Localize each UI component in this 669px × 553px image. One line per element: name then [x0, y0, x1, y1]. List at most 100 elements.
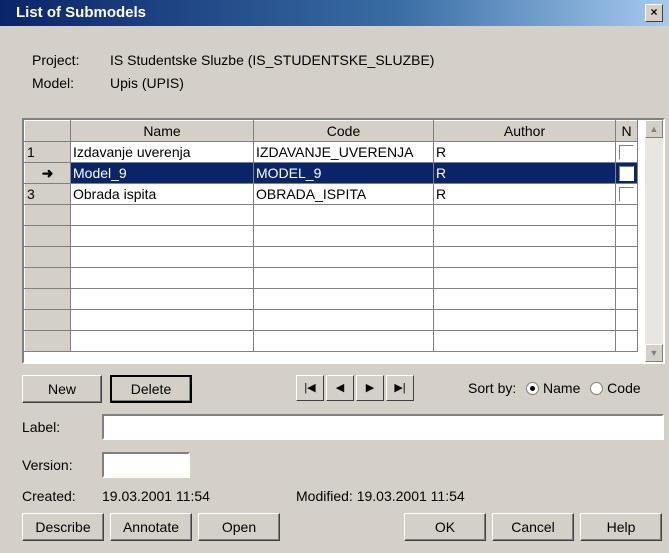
next-record-icon[interactable]: ▶	[356, 375, 384, 401]
column-header-author[interactable]: Author	[433, 120, 616, 142]
empty-row[interactable]	[24, 288, 638, 310]
sort-name-label[interactable]: Name	[543, 380, 580, 396]
empty-cell[interactable]	[70, 288, 254, 310]
sort-name-radio[interactable]	[526, 382, 540, 395]
help-button[interactable]: Help	[580, 513, 662, 541]
window-title: List of Submodels	[16, 4, 147, 21]
new-button[interactable]: New	[22, 375, 102, 403]
column-header-name[interactable]: Name	[70, 120, 254, 142]
column-header-n[interactable]: N	[615, 120, 638, 142]
empty-cell[interactable]	[253, 204, 434, 226]
empty-cell[interactable]	[433, 288, 616, 310]
row-indicator[interactable]	[24, 330, 71, 352]
label-input[interactable]	[102, 414, 664, 440]
created-label: Created:	[22, 488, 76, 504]
cell-name[interactable]: Obrada ispita	[70, 183, 254, 205]
n-checkbox[interactable]	[619, 187, 634, 203]
empty-cell[interactable]	[70, 267, 254, 289]
model-value: Upis (UPIS)	[110, 75, 184, 91]
cell-n[interactable]	[615, 141, 638, 163]
row-indicator[interactable]: 1	[24, 141, 71, 163]
describe-button[interactable]: Describe	[22, 513, 104, 541]
empty-cell[interactable]	[615, 309, 638, 331]
n-checkbox[interactable]	[619, 145, 634, 161]
empty-cell[interactable]	[615, 330, 638, 352]
empty-cell[interactable]	[433, 267, 616, 289]
cell-n[interactable]	[615, 183, 638, 205]
ok-button[interactable]: OK	[404, 513, 486, 541]
empty-cell[interactable]	[70, 246, 254, 268]
cell-author[interactable]: R	[433, 141, 616, 163]
row-indicator[interactable]	[24, 288, 71, 310]
empty-cell[interactable]	[253, 267, 434, 289]
cell-name[interactable]: Model_9	[70, 162, 254, 184]
empty-cell[interactable]	[253, 309, 434, 331]
empty-row[interactable]	[24, 225, 638, 247]
table-row[interactable]: 1 Izdavanje uverenja IZDAVANJE_UVERENJA …	[24, 141, 638, 163]
empty-cell[interactable]	[70, 204, 254, 226]
empty-row[interactable]	[24, 204, 638, 226]
open-button[interactable]: Open	[198, 513, 280, 541]
row-indicator[interactable]: 3	[24, 183, 71, 205]
sort-code-label[interactable]: Code	[607, 380, 640, 396]
empty-cell[interactable]	[253, 288, 434, 310]
cell-code[interactable]: OBRADA_ISPITA	[253, 183, 434, 205]
empty-cell[interactable]	[433, 309, 616, 331]
cancel-button[interactable]: Cancel	[492, 513, 574, 541]
empty-row[interactable]	[24, 309, 638, 331]
row-indicator[interactable]	[24, 204, 71, 226]
cell-code[interactable]: MODEL_9	[253, 162, 434, 184]
scroll-up-icon[interactable]: ▲	[645, 120, 663, 138]
empty-cell[interactable]	[615, 246, 638, 268]
empty-cell[interactable]	[433, 330, 616, 352]
cell-author[interactable]: R	[433, 162, 616, 184]
submodel-table: Name Code Author N 1 Izdavanje uverenja …	[24, 120, 638, 352]
empty-cell[interactable]	[615, 204, 638, 226]
table-row-selected[interactable]: ➜ Model_9 MODEL_9 R	[24, 162, 638, 184]
n-checkbox[interactable]	[619, 166, 634, 182]
describe-button-label: Describe	[35, 519, 91, 535]
delete-button[interactable]: Delete	[110, 375, 192, 403]
scroll-down-icon[interactable]: ▼	[645, 344, 663, 362]
submodel-grid[interactable]: Name Code Author N 1 Izdavanje uverenja …	[22, 118, 665, 364]
empty-cell[interactable]	[433, 225, 616, 247]
empty-row[interactable]	[24, 246, 638, 268]
column-header-code[interactable]: Code	[253, 120, 434, 142]
empty-cell[interactable]	[615, 225, 638, 247]
empty-cell[interactable]	[615, 288, 638, 310]
annotate-button-label: Annotate	[122, 519, 180, 535]
row-indicator[interactable]	[24, 267, 71, 289]
empty-cell[interactable]	[70, 330, 254, 352]
table-row[interactable]: 3 Obrada ispita OBRADA_ISPITA R	[24, 183, 638, 205]
empty-cell[interactable]	[70, 309, 254, 331]
sort-code-radio[interactable]	[590, 382, 604, 395]
empty-row[interactable]	[24, 330, 638, 352]
row-indicator[interactable]	[24, 246, 71, 268]
row-indicator[interactable]	[24, 225, 71, 247]
close-icon[interactable]: ×	[645, 4, 663, 22]
version-input[interactable]	[102, 452, 190, 478]
empty-cell[interactable]	[615, 267, 638, 289]
cell-author[interactable]: R	[433, 183, 616, 205]
label-label: Label:	[22, 419, 61, 435]
model-info: Model: Upis (UPIS)	[32, 75, 184, 91]
empty-cell[interactable]	[433, 246, 616, 268]
created-value: 19.03.2001 11:54	[102, 488, 210, 504]
empty-cell[interactable]	[433, 204, 616, 226]
empty-cell[interactable]	[253, 246, 434, 268]
empty-row[interactable]	[24, 267, 638, 289]
empty-cell[interactable]	[253, 225, 434, 247]
last-record-icon[interactable]: ▶|	[386, 375, 414, 401]
empty-cell[interactable]	[253, 330, 434, 352]
cell-code[interactable]: IZDAVANJE_UVERENJA	[253, 141, 434, 163]
row-indicator[interactable]	[24, 309, 71, 331]
empty-cell[interactable]	[70, 225, 254, 247]
prev-record-icon[interactable]: ◀	[326, 375, 354, 401]
cell-n[interactable]	[615, 162, 638, 184]
modified-info: Modified: 19.03.2001 11:54	[296, 488, 465, 504]
vertical-scrollbar[interactable]: ▲ ▼	[645, 120, 663, 362]
annotate-button[interactable]: Annotate	[110, 513, 192, 541]
cell-name[interactable]: Izdavanje uverenja	[70, 141, 254, 163]
sort-by-label: Sort by:	[468, 380, 517, 396]
first-record-icon[interactable]: |◀	[296, 375, 324, 401]
